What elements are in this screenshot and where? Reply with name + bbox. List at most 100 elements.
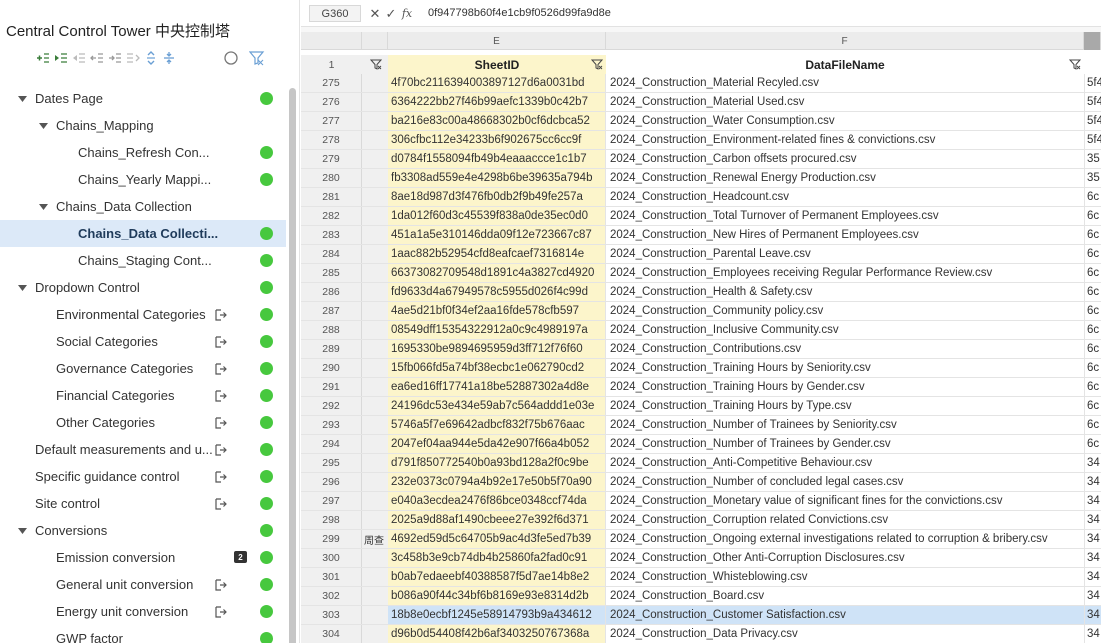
caret-down-icon[interactable]	[17, 283, 27, 293]
cell-sheetid[interactable]: ba216e83c00a48668302b0cf6dcbca52	[388, 112, 606, 130]
tree-item[interactable]: Chains_Refresh Con...	[0, 139, 286, 166]
tree-item[interactable]: Energy unit conversion	[0, 598, 286, 625]
cell-datafilename[interactable]: 2024_Construction_Total Turnover of Perm…	[606, 207, 1084, 225]
tree-item[interactable]: Social Categories	[0, 328, 286, 355]
cell-d[interactable]	[362, 587, 388, 605]
row-number[interactable]: 281	[301, 188, 362, 206]
cell-datafilename[interactable]: 2024_Construction_Number of Trainees by …	[606, 416, 1084, 434]
comment-badge[interactable]: 2	[234, 551, 247, 563]
tree-item[interactable]: General unit conversion	[0, 571, 286, 598]
cell-datafilename[interactable]: 2024_Construction_New Hires of Permanent…	[606, 226, 1084, 244]
open-link-icon[interactable]	[215, 336, 227, 348]
cell-datafilename[interactable]: 2024_Construction_Other Anti-Corruption …	[606, 549, 1084, 567]
row-number[interactable]: 288	[301, 321, 362, 339]
sidebar-scrollbar[interactable]	[289, 88, 296, 643]
row-number[interactable]: 276	[301, 93, 362, 111]
column-header-f[interactable]: F	[606, 32, 1084, 50]
cell-datafilename[interactable]: 2024_Construction_Anti-Competitive Behav…	[606, 454, 1084, 472]
cell-d[interactable]	[362, 226, 388, 244]
corner-cell[interactable]	[301, 32, 362, 50]
cell-sheetid[interactable]: 451a1a5e310146dda09f12e723667c87	[388, 226, 606, 244]
cell-datafilename[interactable]: 2024_Construction_Data Privacy.csv	[606, 625, 1084, 643]
cell-d[interactable]	[362, 397, 388, 415]
open-link-icon[interactable]	[215, 417, 227, 429]
row-number[interactable]: 286	[301, 283, 362, 301]
cell-d[interactable]	[362, 359, 388, 377]
filter-icon[interactable]	[1069, 59, 1081, 70]
row-number[interactable]: 297	[301, 492, 362, 510]
cell-g[interactable]: 34	[1084, 587, 1101, 605]
circle-icon[interactable]	[222, 49, 240, 67]
open-link-icon[interactable]	[215, 498, 227, 510]
cell-d[interactable]	[362, 511, 388, 529]
row-number[interactable]: 280	[301, 169, 362, 187]
row-number[interactable]: 302	[301, 587, 362, 605]
cell-g[interactable]: 6c	[1084, 378, 1101, 396]
tree-item[interactable]: Chains_Data Collection	[0, 193, 286, 220]
cell-sheetid[interactable]: 6364222bb27f46b99aefc1339b0c42b7	[388, 93, 606, 111]
cell-datafilename[interactable]: 2024_Construction_Inclusive Community.cs…	[606, 321, 1084, 339]
open-link-icon[interactable]	[215, 309, 227, 321]
formula-input[interactable]: 0f947798b60f4e1cb9f0526d99fa9d8e	[428, 7, 611, 19]
cell-d[interactable]	[362, 283, 388, 301]
cell-g[interactable]: 6c	[1084, 416, 1101, 434]
cell-g[interactable]: 6c	[1084, 283, 1101, 301]
column-header-e[interactable]: E	[388, 32, 606, 50]
cell-sheetid[interactable]: 3c458b3e9cb74db4b25860fa2fad0c91	[388, 549, 606, 567]
cell-sheetid[interactable]: b0ab7edaeebf40388587f5d7ae14b8e2	[388, 568, 606, 586]
cell-d[interactable]	[362, 150, 388, 168]
open-link-icon[interactable]	[215, 390, 227, 402]
tree-item[interactable]: Financial Categories	[0, 382, 286, 409]
cell-sheetid[interactable]: 1da012f60d3c45539f838a0de35ec0d0	[388, 207, 606, 225]
cell-datafilename[interactable]: 2024_Construction_Carbon offsets procure…	[606, 150, 1084, 168]
cell-d[interactable]	[362, 112, 388, 130]
cell-sheetid[interactable]: 4692ed59d5c64705b9ac4d3fe5ed7b39	[388, 530, 606, 548]
caret-down-icon[interactable]	[17, 526, 27, 536]
cell-d[interactable]	[362, 264, 388, 282]
cell-datafilename[interactable]: 2024_Construction_Training Hours by Seni…	[606, 359, 1084, 377]
cell-g[interactable]: 34	[1084, 568, 1101, 586]
cell-d[interactable]	[362, 378, 388, 396]
cell-datafilename[interactable]: 2024_Construction_Customer Satisfaction.…	[606, 606, 1084, 624]
row-number[interactable]: 285	[301, 264, 362, 282]
cell-sheetid[interactable]: 1aac882b52954cfd8eafcaef7316814e	[388, 245, 606, 263]
cell-d[interactable]	[362, 435, 388, 453]
move-left-icon[interactable]	[88, 49, 106, 67]
cell-g[interactable]: 35	[1084, 150, 1101, 168]
cell-g[interactable]: 34	[1084, 530, 1101, 548]
row-number[interactable]: 289	[301, 340, 362, 358]
tree-item[interactable]: Dates Page	[0, 85, 286, 112]
cell-sheetid[interactable]: fd9633d4a67949578c5955d026f4c99d	[388, 283, 606, 301]
tree-item[interactable]: Conversions	[0, 517, 286, 544]
row-number[interactable]: 292	[301, 397, 362, 415]
cell-sheetid[interactable]: 15fb066fd5a74bf38ecbc1e062790cd2	[388, 359, 606, 377]
collapse-vertical-icon[interactable]	[160, 49, 178, 67]
cell-datafilename[interactable]: 2024_Construction_Community policy.csv	[606, 302, 1084, 320]
cell-g[interactable]: 34	[1084, 625, 1101, 643]
cell-d[interactable]	[362, 169, 388, 187]
cell-datafilename[interactable]: 2024_Construction_Monetary value of sign…	[606, 492, 1084, 510]
row-number[interactable]: 282	[301, 207, 362, 225]
cell-sheetid[interactable]: 18b8e0ecbf1245e58914793b9a434612	[388, 606, 606, 624]
open-link-icon[interactable]	[215, 444, 227, 456]
filter-icon[interactable]	[370, 59, 382, 70]
cell-datafilename[interactable]: 2024_Construction_Contributions.csv	[606, 340, 1084, 358]
cell-datafilename[interactable]: 2024_Construction_Whisteblowing.csv	[606, 568, 1084, 586]
caret-down-icon[interactable]	[17, 94, 27, 104]
tree-item[interactable]: Environmental Categories	[0, 301, 286, 328]
cell-g[interactable]: 35	[1084, 169, 1101, 187]
tree-item[interactable]: Emission conversion 2	[0, 544, 286, 571]
cell-g[interactable]: 5f4	[1084, 74, 1101, 92]
cell-g[interactable]: 34	[1084, 606, 1101, 624]
cancel-icon[interactable]: ✕	[367, 6, 383, 22]
row-number[interactable]: 277	[301, 112, 362, 130]
row-number[interactable]: 296	[301, 473, 362, 491]
filter-icon[interactable]	[591, 59, 603, 70]
tree-item[interactable]: GWP factor	[0, 625, 286, 643]
cell-datafilename[interactable]: 2024_Construction_Employees receiving Re…	[606, 264, 1084, 282]
filter-clear-icon[interactable]	[248, 49, 266, 67]
cell-datafilename[interactable]: 2024_Construction_Parental Leave.csv	[606, 245, 1084, 263]
cell-g[interactable]: 6c	[1084, 340, 1101, 358]
cell-g[interactable]: 6c	[1084, 226, 1101, 244]
row-number[interactable]: 303	[301, 606, 362, 624]
